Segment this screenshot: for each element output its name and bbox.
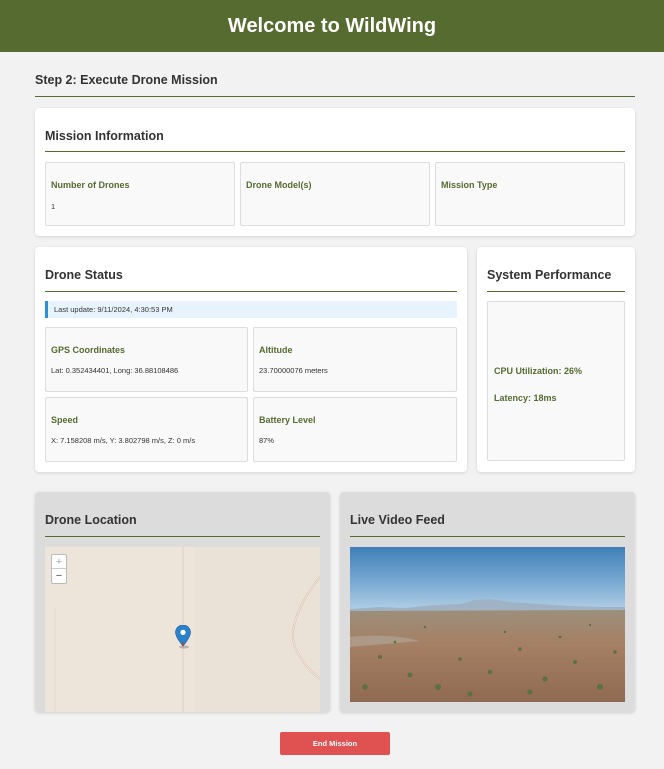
cpu-utilization: CPU Utilization: 26% <box>494 366 583 376</box>
live-video-feed-card: Live Video Feed <box>340 492 635 712</box>
altitude-box: Altitude 23.70000076 meters <box>253 327 457 392</box>
drone-models-box: Drone Model(s) <box>240 162 430 226</box>
speed-box: Speed X: 7.158208 m/s, Y: 3.802798 m/s, … <box>45 397 248 462</box>
number-of-drones-value: 1 <box>51 202 56 211</box>
gps-coordinates-value: Lat: 0.352434401, Long: 36.88108486 <box>51 366 179 375</box>
drone-location-title: Drone Location <box>45 513 320 537</box>
map-marker-icon[interactable] <box>175 625 191 649</box>
altitude-value: 23.70000076 meters <box>259 366 328 375</box>
zoom-in-button[interactable]: + <box>52 555 66 569</box>
last-update-notice: Last update: 9/11/2024, 4:30:53 PM <box>45 301 457 318</box>
number-of-drones-label: Number of Drones <box>51 180 130 190</box>
video-frame <box>350 547 625 702</box>
map-zoom-control: + − <box>51 554 67 584</box>
battery-level-value: 87% <box>259 436 275 445</box>
app-title: Welcome to WildWing <box>227 14 437 37</box>
system-performance-card: System Performance CPU Utilization: 26% … <box>477 247 635 472</box>
speed-value: X: 7.158208 m/s, Y: 3.802798 m/s, Z: 0 m… <box>51 436 196 445</box>
zoom-out-button[interactable]: − <box>52 569 66 583</box>
battery-level-label: Battery Level <box>259 415 316 425</box>
mission-info-title: Mission Information <box>45 129 625 152</box>
gps-coordinates-label: GPS Coordinates <box>51 345 126 355</box>
latency: Latency: 18ms <box>494 393 557 403</box>
end-mission-button[interactable]: End Mission <box>280 732 390 755</box>
gps-coordinates-box: GPS Coordinates Lat: 0.352434401, Long: … <box>45 327 248 392</box>
performance-metrics-box: CPU Utilization: 26% Latency: 18ms <box>487 301 625 461</box>
battery-level-box: Battery Level 87% <box>253 397 457 462</box>
mission-type-label: Mission Type <box>441 180 498 190</box>
step-title: Step 2: Execute Drone Mission <box>35 73 635 97</box>
drone-map[interactable]: + − <box>45 547 320 712</box>
app-header: Welcome to WildWing <box>0 0 664 52</box>
drone-location-card: Drone Location + − <box>35 492 330 712</box>
drone-status-card: Drone Status Last update: 9/11/2024, 4:3… <box>35 247 467 472</box>
mission-type-box: Mission Type <box>435 162 625 226</box>
drone-models-label: Drone Model(s) <box>246 180 312 190</box>
live-video-feed-title: Live Video Feed <box>350 513 625 537</box>
drone-status-title: Drone Status <box>45 268 457 292</box>
speed-label: Speed <box>51 415 79 425</box>
altitude-label: Altitude <box>259 345 293 355</box>
mission-info-card: Mission Information Number of Drones 1 D… <box>35 108 635 236</box>
live-video-stream[interactable] <box>350 547 625 702</box>
number-of-drones-box: Number of Drones 1 <box>45 162 235 226</box>
system-performance-title: System Performance <box>487 268 625 292</box>
